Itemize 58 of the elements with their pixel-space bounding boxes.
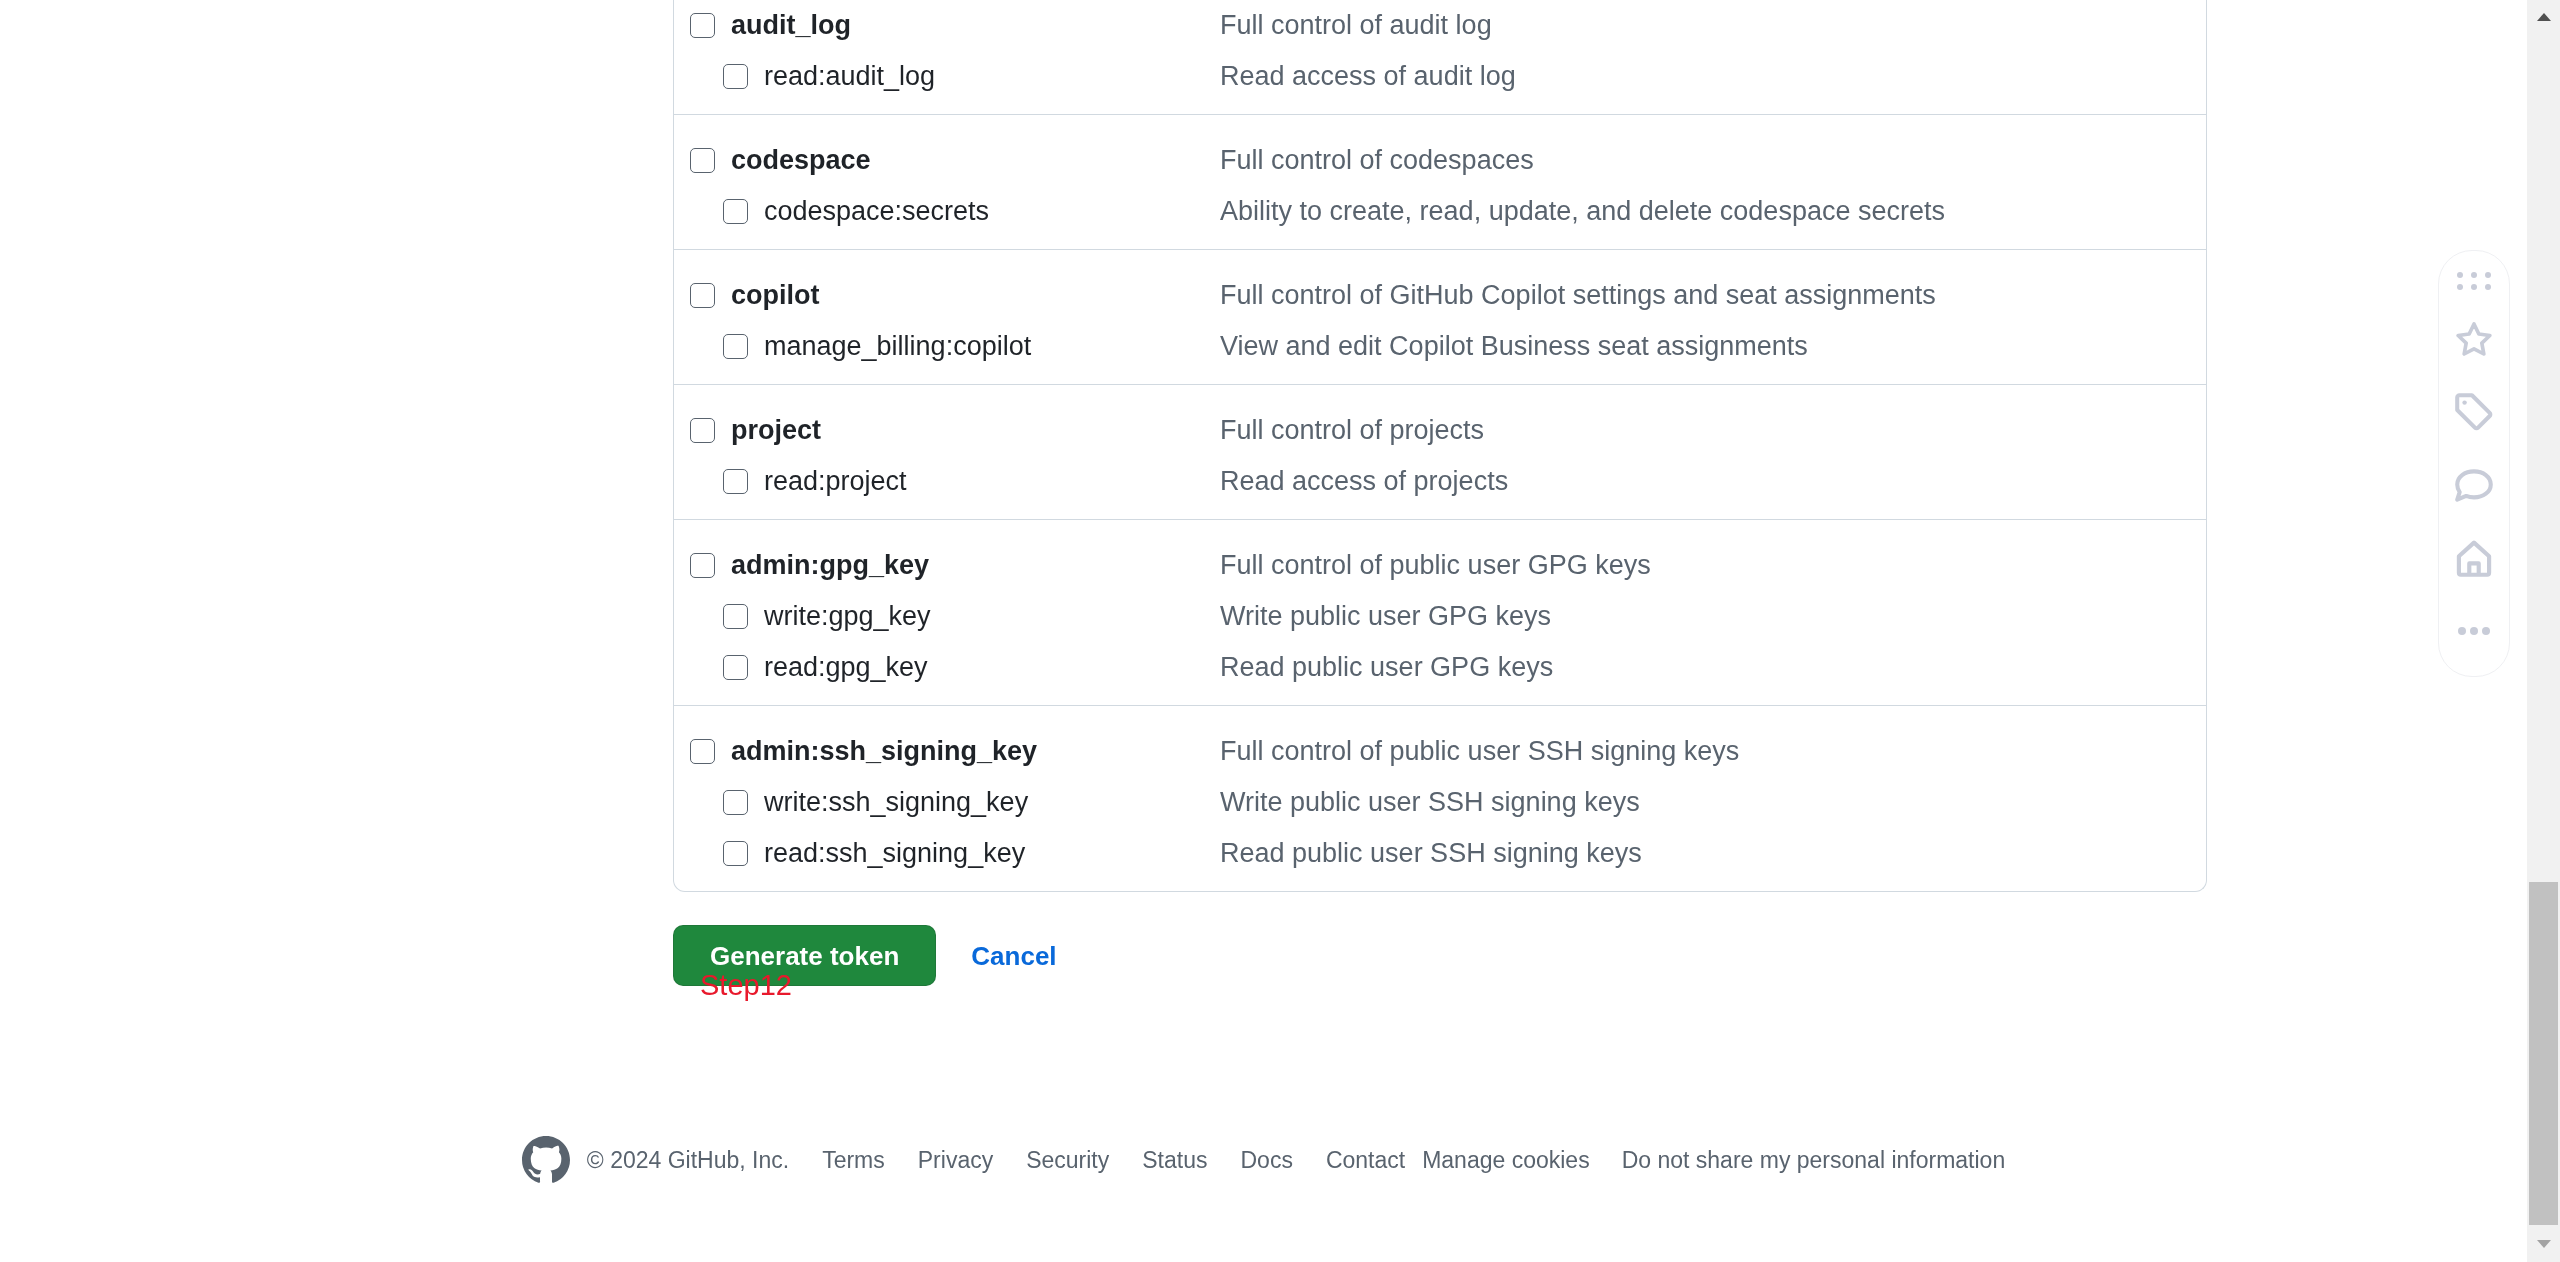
scope-description: Full control of projects <box>1220 414 1485 447</box>
up-arrow-icon[interactable] <box>2536 13 2551 21</box>
scope-description: Full control of audit log <box>1220 9 1492 42</box>
scope-description: Write public user SSH signing keys <box>1220 786 1640 819</box>
scope-description: Write public user GPG keys <box>1220 600 1552 633</box>
footer-link[interactable]: Security <box>1026 1142 1110 1178</box>
scope-description: Full control of public user SSH signing keys <box>1220 735 1740 768</box>
scope-checkbox[interactable] <box>723 841 748 866</box>
footer-link[interactable]: Privacy <box>917 1142 994 1178</box>
scope-checkbox[interactable] <box>723 604 748 629</box>
footer-link[interactable]: Do not share my personal information <box>1621 1142 2006 1178</box>
scope-name: audit_log <box>731 9 851 42</box>
scope-name: write:gpg_key <box>764 600 931 633</box>
scope-checkbox[interactable] <box>723 64 748 89</box>
footer-link[interactable]: Terms <box>822 1142 885 1178</box>
scope-name: codespace:secrets <box>764 195 990 228</box>
scope-description: Full control of codespaces <box>1220 144 1534 177</box>
scope-checkbox[interactable] <box>723 790 748 815</box>
scope-description: Read access of projects <box>1220 465 1509 498</box>
scope-description: Ability to create, read, update, and delete codespace secrets <box>1220 195 1945 228</box>
scope-checkbox[interactable] <box>723 199 748 224</box>
scope-name: write:ssh_signing_key <box>764 786 1029 819</box>
footer-link[interactable]: Docs <box>1240 1142 1293 1178</box>
scope-description: Full control of GitHub Copilot settings and seat assignments <box>1220 279 1936 312</box>
scope-checkbox[interactable] <box>723 655 748 680</box>
scope-checkbox[interactable] <box>690 148 715 173</box>
scope-description: Read public user GPG keys <box>1220 651 1554 684</box>
scope-checkbox[interactable] <box>690 739 715 764</box>
scope-name: admin:gpg_key <box>731 549 930 582</box>
scrollbar-thumb[interactable] <box>2529 882 2558 1225</box>
scope-name: copilot <box>731 279 820 312</box>
scope-checkbox[interactable] <box>690 283 715 308</box>
scope-checkbox[interactable] <box>723 334 748 359</box>
footer-link[interactable]: Status <box>1142 1142 1208 1178</box>
scope-name: codespace <box>731 144 871 177</box>
star-icon[interactable] <box>2456 322 2492 356</box>
scope-description: Full control of public user GPG keys <box>1220 549 1651 582</box>
scope-name: admin:ssh_signing_key <box>731 735 1038 768</box>
footer-link[interactable]: Contact <box>1325 1142 1406 1178</box>
scrollbar-track[interactable] <box>2527 0 2560 1262</box>
scope-description: Read public user SSH signing keys <box>1220 837 1642 870</box>
logo-icon[interactable] <box>521 1136 570 1184</box>
cancel-button[interactable]: Cancel <box>955 925 1073 986</box>
scope-checkbox[interactable] <box>690 553 715 578</box>
scope-name: manage_billing:copilot <box>764 330 1032 363</box>
scope-checkbox[interactable] <box>723 469 748 494</box>
dots-grid-icon[interactable] <box>2457 272 2491 290</box>
scope-name: read:gpg_key <box>764 651 928 684</box>
scope-name: project <box>731 414 822 447</box>
footer-link[interactable]: Manage cookies <box>1422 1142 1590 1178</box>
scope-checkbox[interactable] <box>690 418 715 443</box>
copyright-text: © 2024 GitHub, Inc. <box>586 1145 790 1175</box>
scope-checkbox[interactable] <box>690 13 715 38</box>
scope-name: read:audit_log <box>764 60 936 93</box>
scope-description: Read access of audit log <box>1220 60 1516 93</box>
scope-description: View and edit Copilot Business seat assignments <box>1220 330 1808 363</box>
scope-name: read:ssh_signing_key <box>764 837 1026 870</box>
scope-name: read:project <box>764 465 907 498</box>
